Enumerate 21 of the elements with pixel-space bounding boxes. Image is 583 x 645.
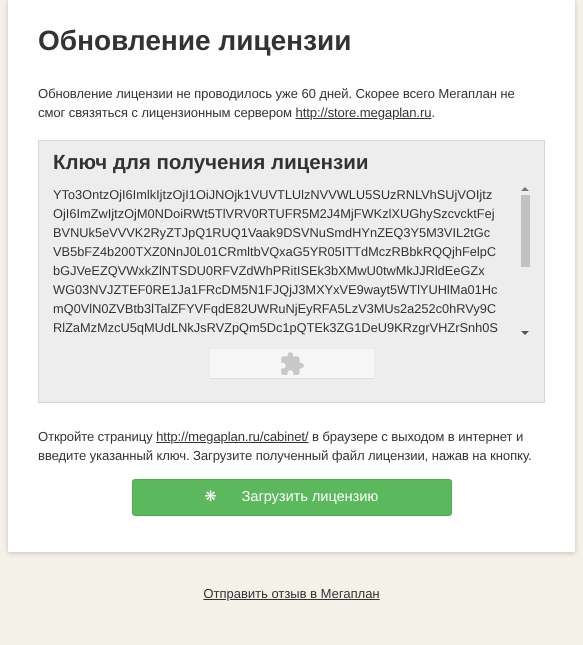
asterisk-icon: ❋ bbox=[204, 488, 218, 505]
scroll-down-arrow-icon[interactable] bbox=[521, 329, 529, 338]
key-line: WG03NVJZTEF0RE1Ja1FRcDM5N1FJQjJ3MXYxVE9wayt5WTlYUHlMa01Hc bbox=[53, 281, 498, 300]
feedback-link[interactable]: Отправить отзыв в Мегаплан bbox=[203, 586, 380, 602]
intro-text: Обновление лицензии не проводилось уже 60 дней. Скорее всего Мегаплан не смог связяться с лицензионным сервером http://store.megaplan.ru. bbox=[38, 84, 516, 122]
puzzle-piece-icon bbox=[278, 350, 304, 377]
page-title: Обновление лицензии bbox=[38, 24, 352, 58]
key-line: OjI6ImZwIjtzOjM0NDoiRWt5TlVRV0RTUFR5M2J4MjFWKzlXUGhySzcvcktFej bbox=[53, 205, 496, 224]
key-line: RlZaMzMzcU5qMUdLNkJsRVZpQm5Dc1pQTEk3ZG1DeU9KRzgrVHZrSnh0S bbox=[53, 319, 499, 338]
store-link[interactable]: http://store.megaplan.ru bbox=[296, 104, 432, 120]
key-line: bGJVeEZQVWxkZlNTSDU0RFVZdWhPRitISEk3bXMwU0twMkJJRldEeGZx bbox=[53, 262, 486, 280]
key-field[interactable] bbox=[53, 185, 530, 338]
key-line: VB5bFZ4b200TXZ0NnJ0L01CRmltbVQxaG5YR05ITTdMczRBbkRQQjhFelpC bbox=[53, 243, 498, 262]
scrollbar[interactable] bbox=[520, 185, 530, 338]
instructions-text: Откройте страницу http://megaplan.ru/cabinet/ в браузере с выходом в интернет и введите указанный ключ. Загрузите полученный файл лицензии, нажав на кнопку. bbox=[38, 428, 533, 466]
key-line: YTo3OntzOjI6ImlkIjtzOjI1OiJNOjk1VUVTLUlzNVVWLU5SUzRNLVhSUjVOIjtz bbox=[53, 186, 494, 204]
cabinet-link[interactable]: http://megaplan.ru/cabinet/ bbox=[156, 429, 308, 444]
scroll-up-arrow-icon[interactable] bbox=[521, 185, 529, 194]
key-line: BVNUk5eVVVK2RyZTJpQ1RUQ1Vaak9DSVNuSmdHYnZEQ3Y5M3VIL2tGc bbox=[53, 224, 492, 242]
key-heading: Ключ для получения лицензии bbox=[53, 150, 370, 176]
key-line: mQ0VlN0ZVBtb3lTalZFYVFqdE82UWRuNjEyRFA5LzV3MUs2a252c0hRVy9C bbox=[53, 300, 498, 318]
